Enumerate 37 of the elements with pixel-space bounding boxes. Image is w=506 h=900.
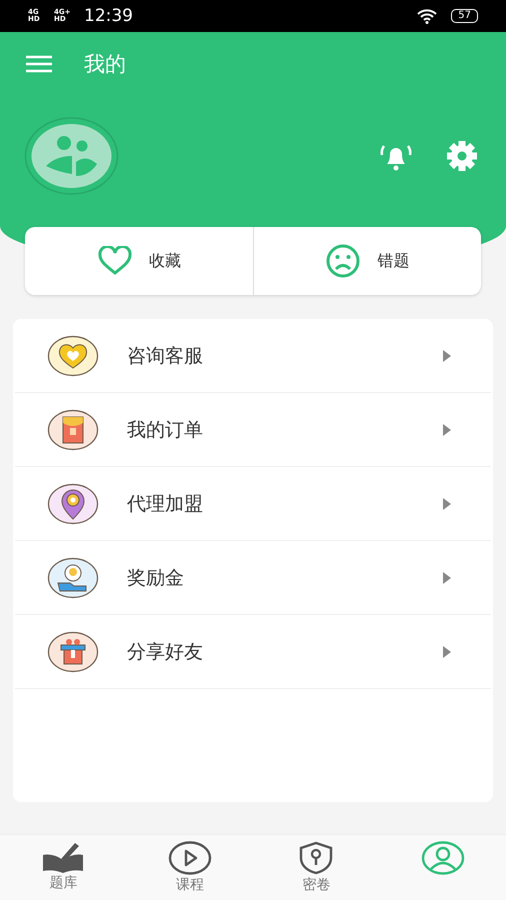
nav-tab[interactable]: 课程 bbox=[126, 835, 253, 900]
nav-tab[interactable]: 题库 bbox=[0, 835, 126, 900]
shield-keyhole-icon bbox=[298, 841, 334, 875]
menu-row[interactable]: 代理加盟 bbox=[15, 467, 491, 541]
heart-icon bbox=[96, 246, 133, 276]
gift-icon bbox=[47, 630, 99, 672]
page-title: 我的 bbox=[84, 51, 126, 78]
menu-icon[interactable] bbox=[26, 55, 52, 73]
hand-coin-icon bbox=[47, 556, 99, 598]
menu-label: 奖励金 bbox=[127, 566, 185, 590]
settings-icon[interactable] bbox=[444, 140, 480, 172]
envelope-icon bbox=[47, 408, 99, 450]
avatar[interactable] bbox=[24, 116, 119, 196]
location-pin-icon bbox=[47, 482, 99, 524]
menu-label: 咨询客服 bbox=[127, 344, 204, 368]
menu-row[interactable]: 咨询客服 bbox=[15, 319, 491, 393]
chevron-icon bbox=[443, 646, 451, 658]
play-icon bbox=[168, 841, 212, 875]
chevron-icon bbox=[443, 572, 451, 584]
user-icon bbox=[420, 841, 465, 875]
quick-action-button[interactable]: 收藏 bbox=[25, 227, 252, 295]
chevron-icon bbox=[443, 498, 451, 510]
sad-face-icon bbox=[325, 243, 362, 279]
nav-tab[interactable]: 密卷 bbox=[253, 835, 380, 900]
menu-row[interactable]: 奖励金 bbox=[15, 541, 491, 615]
open-book-pencil-icon bbox=[41, 841, 86, 873]
battery-level: 57 bbox=[451, 9, 478, 23]
menu-row[interactable]: 我的订单 bbox=[15, 393, 491, 467]
clock: 12:39 bbox=[84, 6, 134, 26]
quick-action-button[interactable]: 错题 bbox=[252, 227, 481, 295]
menu-row[interactable]: 分享好友 bbox=[15, 615, 491, 689]
menu-label: 我的订单 bbox=[127, 418, 204, 442]
chevron-icon bbox=[443, 424, 451, 436]
menu-label: 代理加盟 bbox=[127, 492, 204, 516]
chevron-icon bbox=[443, 350, 451, 362]
wifi-icon bbox=[417, 8, 438, 24]
menu-label: 分享好友 bbox=[127, 640, 204, 664]
